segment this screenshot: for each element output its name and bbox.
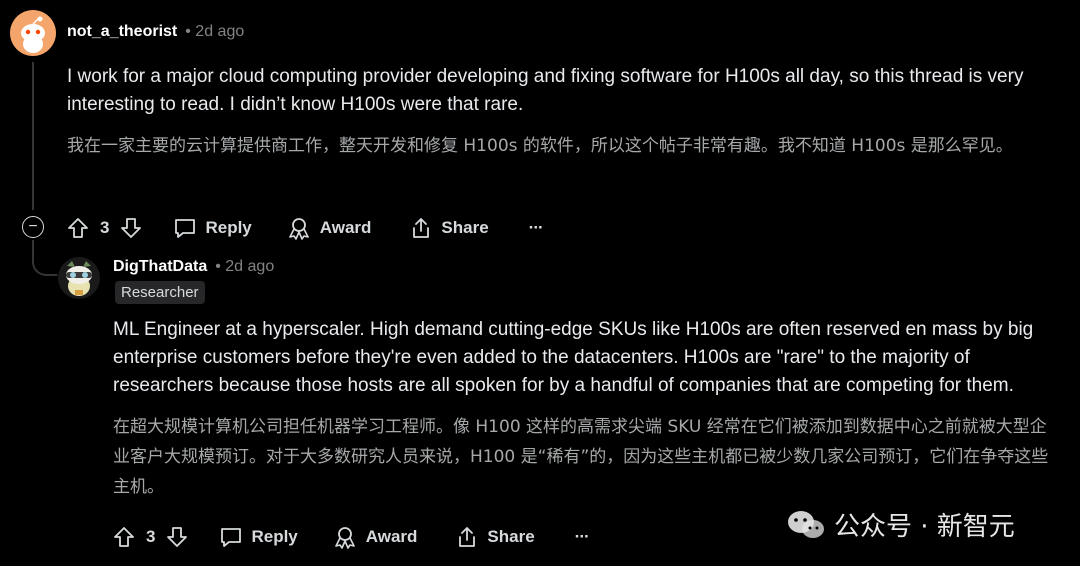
upvote-icon[interactable] [112, 525, 136, 549]
award-icon [286, 216, 312, 240]
watermark-text: 公众号 · 新智元 [834, 512, 1015, 542]
share-icon [409, 216, 433, 240]
share-icon [455, 525, 479, 549]
collapse-button[interactable]: − [22, 216, 44, 238]
comment-header: DigThatData • 2d ago [113, 258, 274, 276]
thread-line[interactable] [32, 62, 34, 210]
snoo-avatar-icon [58, 257, 100, 299]
award-icon [332, 525, 358, 549]
minus-icon: − [28, 218, 38, 235]
comment-body-en: I work for a major cloud computing provi… [67, 66, 1024, 115]
comment-body-en: ML Engineer at a hyperscaler. High deman… [113, 319, 1034, 396]
award-button[interactable]: Award [332, 525, 418, 549]
share-button[interactable]: Share [409, 216, 489, 240]
comment-header: not_a_theorist • 2d ago [67, 23, 244, 41]
timestamp[interactable]: • 2d ago [185, 23, 244, 41]
watermark: 公众号 · 新智元 [786, 506, 1015, 543]
avatar[interactable] [57, 256, 101, 300]
username[interactable]: DigThatData [113, 258, 207, 276]
share-label: Share [487, 527, 535, 546]
award-button[interactable]: Award [286, 216, 372, 240]
username[interactable]: not_a_theorist [67, 23, 177, 41]
comment-1: not_a_theorist • 2d ago I work for a maj… [0, 0, 1080, 250]
vote-count: 3 [100, 218, 110, 237]
reply-label: Reply [205, 218, 252, 237]
action-bar: 3 Reply Award Share ··· [112, 523, 590, 551]
award-label: Award [319, 218, 372, 237]
share-label: Share [441, 218, 489, 237]
user-flair: Researcher [115, 281, 205, 304]
timestamp[interactable]: • 2d ago [215, 258, 274, 276]
share-button[interactable]: Share [455, 525, 535, 549]
downvote-icon[interactable] [165, 525, 189, 549]
action-bar: 3 Reply Award Share ··· [66, 214, 544, 242]
comment-icon [173, 216, 197, 240]
vote-count: 3 [146, 527, 156, 546]
more-options-icon[interactable]: ··· [575, 527, 590, 547]
snoo-avatar-icon [21, 16, 45, 53]
comment-body-zh: 我在一家主要的云计算提供商工作，整天开发和修复 H100s 的软件，所以这个帖子… [67, 136, 1013, 156]
reply-button[interactable]: Reply [219, 525, 298, 549]
more-options-icon[interactable]: ··· [529, 218, 544, 238]
reply-label: Reply [251, 527, 298, 546]
reply-button[interactable]: Reply [173, 216, 252, 240]
comment-body-zh: 在超大规模计算机公司担任机器学习工程师。像 H100 这样的高需求尖端 SKU … [113, 417, 1049, 497]
award-label: Award [365, 527, 418, 546]
wechat-icon [786, 508, 826, 542]
downvote-icon[interactable] [119, 216, 143, 240]
upvote-icon[interactable] [66, 216, 90, 240]
avatar[interactable] [10, 10, 56, 56]
comment-icon [219, 525, 243, 549]
